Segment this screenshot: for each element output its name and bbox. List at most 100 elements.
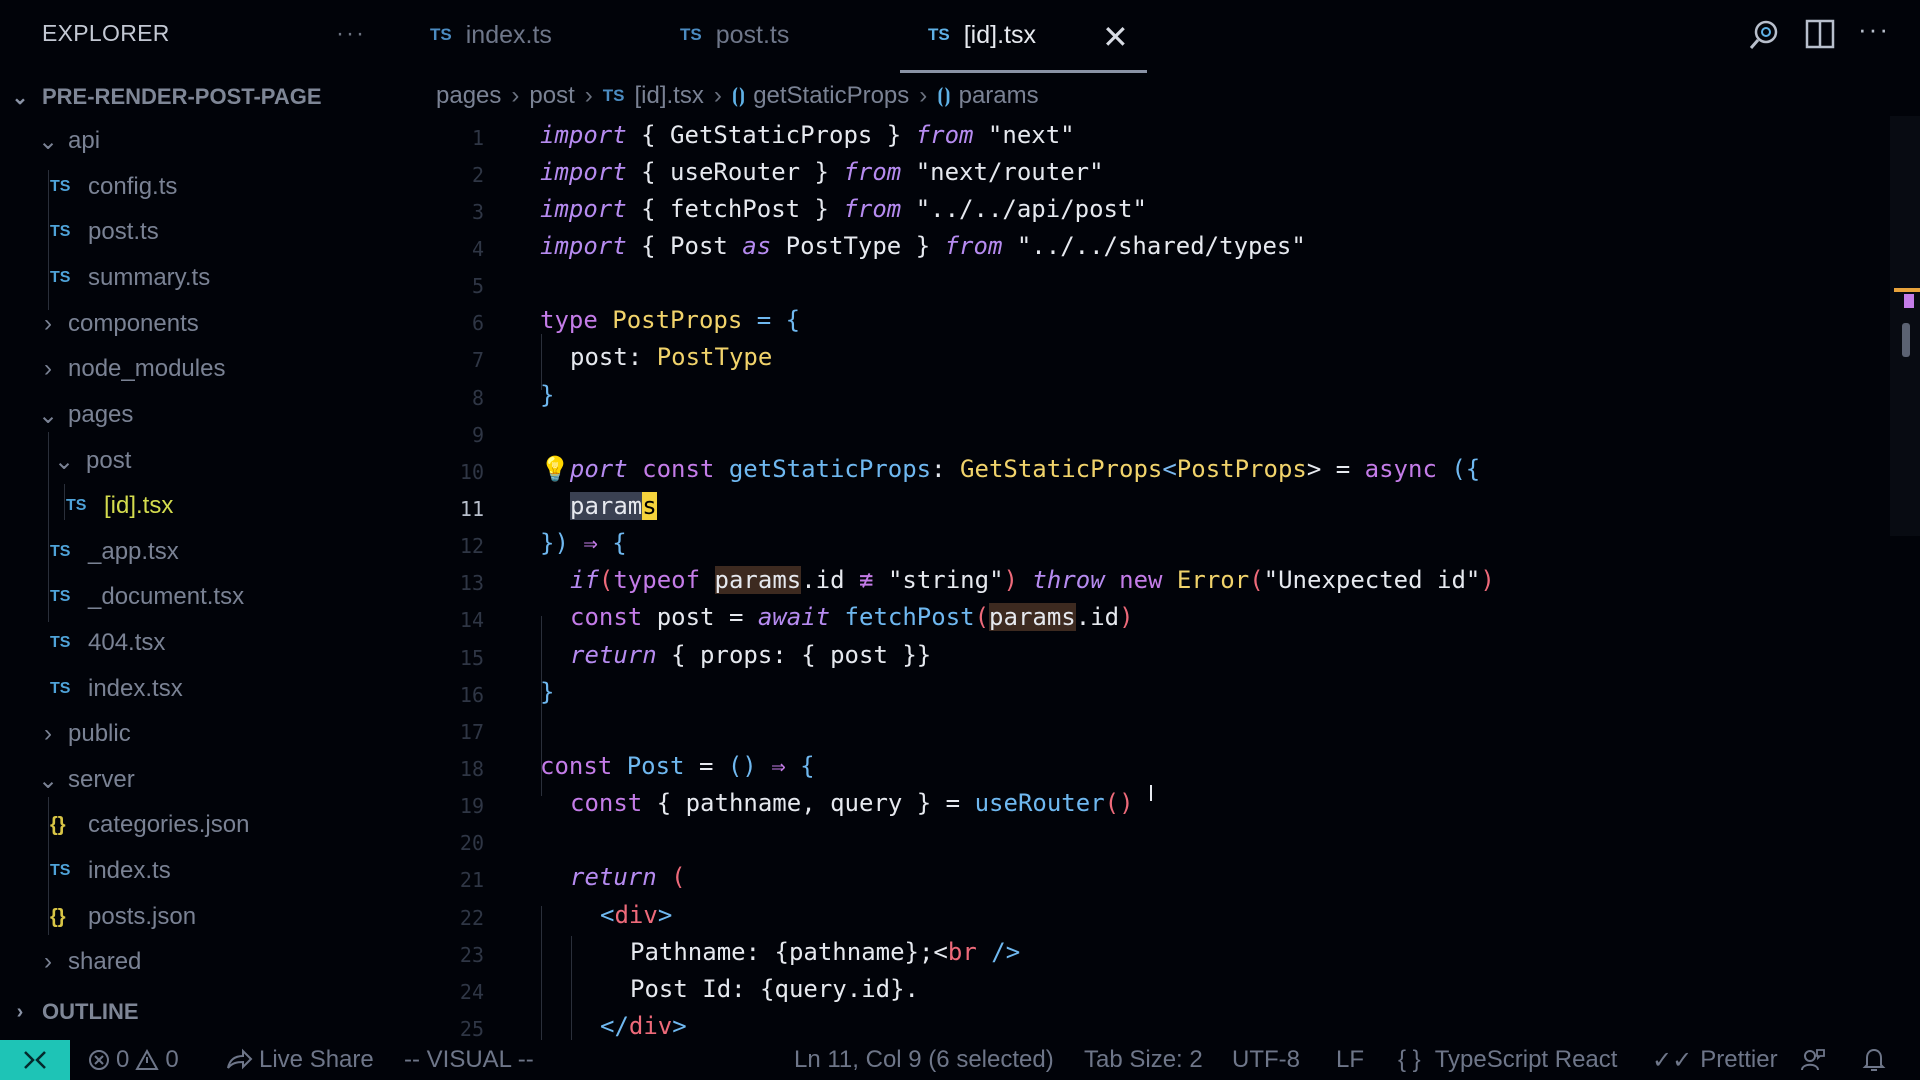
- mouse-ibeam-cursor: [1150, 785, 1155, 801]
- typescript-file-icon: TS: [50, 178, 71, 195]
- end-of-line[interactable]: LF: [1336, 1040, 1364, 1080]
- typescript-file-icon: TS: [50, 543, 71, 560]
- tree-folder-node-modules[interactable]: › node_modules: [34, 352, 225, 386]
- explorer-more-icon[interactable]: ···: [336, 20, 366, 48]
- tree-file-categories-json[interactable]: {} categories.json: [50, 808, 249, 842]
- breadcrumb-symbol-params[interactable]: params: [959, 82, 1039, 110]
- scrollbar-thumb[interactable]: [1902, 323, 1910, 357]
- line-number: 16: [459, 683, 484, 707]
- chevron-right-icon: ›: [584, 82, 593, 109]
- code-line-3: import { fetchPost } from "../../api/pos…: [540, 195, 1147, 223]
- chevron-right-icon: ›: [44, 948, 52, 975]
- code-line-16: }: [540, 678, 555, 706]
- line-number: 10: [459, 460, 484, 484]
- chevron-down-icon: ⌄: [37, 401, 59, 429]
- code-line-12: }) ⇒ {: [540, 529, 627, 557]
- tree-folder-shared[interactable]: › shared: [34, 945, 141, 979]
- language-mode[interactable]: { } TypeScript React: [1398, 1040, 1617, 1080]
- tree-file-document-tsx[interactable]: TS _document.tsx: [50, 580, 244, 614]
- chevron-down-icon: ⌄: [37, 766, 59, 794]
- active-tab-indicator: [900, 70, 1147, 73]
- remote-indicator-button[interactable]: [0, 1040, 70, 1080]
- line-number-current: 11: [459, 497, 484, 521]
- line-number: 9: [471, 423, 484, 447]
- notifications-bell-icon[interactable]: [1862, 1040, 1886, 1080]
- code-line-23: Pathname: {pathname};<br />: [630, 938, 1021, 966]
- search-icon[interactable]: [1748, 18, 1782, 57]
- breadcrumb-symbol-getstaticprops[interactable]: getStaticProps: [753, 82, 909, 110]
- braces-icon: { }: [1398, 1046, 1421, 1073]
- live-share-button[interactable]: Live Share: [225, 1040, 374, 1080]
- typescript-file-icon: TS: [50, 223, 71, 240]
- tree-folder-pages[interactable]: ⌄ pages: [34, 398, 133, 432]
- line-number: 2: [471, 163, 484, 187]
- tree-file-posts-json[interactable]: {} posts.json: [50, 900, 196, 934]
- outline-section[interactable]: › OUTLINE: [10, 997, 139, 1027]
- tree-file-id-tsx[interactable]: TS [id].tsx: [66, 489, 173, 523]
- code-line-4: import { Post as PostType } from "../../…: [540, 232, 1306, 260]
- symbol-function-icon: ⦗⦘: [731, 84, 746, 107]
- cursor-position[interactable]: Ln 11, Col 9 (6 selected): [794, 1040, 1054, 1080]
- chevron-right-icon: ›: [919, 82, 928, 109]
- tab-size[interactable]: Tab Size: 2: [1084, 1040, 1203, 1080]
- line-number: 21: [459, 868, 484, 892]
- typescript-file-icon: TS: [50, 634, 71, 651]
- line-number: 12: [459, 534, 484, 558]
- tab-id-tsx[interactable]: TS [id].tsx: [928, 0, 1036, 70]
- tree-folder-api[interactable]: ⌄ api: [34, 124, 100, 158]
- chevron-down-icon: ⌄: [11, 86, 29, 109]
- code-line-14: const post = await fetchPost(params.id): [570, 603, 1134, 631]
- explorer-sidebar: EXPLORER ··· ⌄ PRE-RENDER-POST-PAGE ⌄ ap…: [0, 0, 400, 1040]
- line-number: 22: [459, 906, 484, 930]
- chevron-right-icon: ›: [44, 720, 52, 747]
- tree-folder-server[interactable]: ⌄ server: [34, 763, 135, 797]
- line-number: 7: [471, 348, 484, 372]
- tab-index-ts[interactable]: TS index.ts: [430, 0, 552, 70]
- code-line-24: Post Id: {query.id}.: [630, 975, 919, 1003]
- tree-folder-post[interactable]: ⌄ post: [50, 444, 131, 478]
- code-line-8: }: [540, 381, 555, 409]
- chevron-right-icon: ›: [44, 310, 52, 337]
- typescript-file-icon: TS: [50, 680, 71, 697]
- json-file-icon: {}: [50, 905, 66, 928]
- code-line-19: const { pathname, query } = useRouter(): [570, 789, 1134, 817]
- close-icon[interactable]: ✕: [1102, 18, 1129, 56]
- lightbulb-icon[interactable]: 💡: [540, 455, 570, 483]
- tab-post-ts[interactable]: TS post.ts: [680, 0, 789, 70]
- tree-folder-components[interactable]: › components: [34, 307, 199, 341]
- chevron-right-icon: ›: [16, 1000, 24, 1023]
- tree-file-app-tsx[interactable]: TS _app.tsx: [50, 535, 179, 569]
- tree-file-config-ts[interactable]: TS config.ts: [50, 170, 177, 204]
- tree-file-post-ts[interactable]: TS post.ts: [50, 215, 159, 249]
- problems-indicator[interactable]: 0 0: [88, 1040, 179, 1080]
- line-number: 25: [459, 1017, 484, 1040]
- line-number: 13: [459, 571, 484, 595]
- breadcrumb-file[interactable]: [id].tsx: [635, 82, 704, 110]
- prettier-status[interactable]: ✓✓ Prettier: [1652, 1040, 1778, 1080]
- code-line-13: if(typeof params.id ≢ "string") throw ne…: [570, 566, 1495, 594]
- code-line-1: import { GetStaticProps } from "next": [540, 121, 1075, 149]
- remote-icon: [24, 1051, 46, 1069]
- line-number: 8: [471, 386, 484, 410]
- typescript-file-icon: TS: [680, 25, 702, 44]
- breadcrumb-pages[interactable]: pages: [436, 82, 501, 110]
- line-number: 6: [471, 311, 484, 335]
- tree-folder-public[interactable]: › public: [34, 717, 131, 751]
- tree-file-server-index-ts[interactable]: TS index.ts: [50, 854, 171, 888]
- project-root[interactable]: ⌄ PRE-RENDER-POST-PAGE: [10, 82, 322, 112]
- typescript-file-icon: TS: [602, 86, 625, 105]
- tree-file-summary-ts[interactable]: TS summary.ts: [50, 261, 210, 295]
- tree-file-index-tsx[interactable]: TS index.tsx: [50, 672, 183, 706]
- project-name: PRE-RENDER-POST-PAGE: [42, 84, 322, 109]
- breadcrumb-post[interactable]: post: [529, 82, 574, 110]
- split-editor-icon[interactable]: [1805, 18, 1835, 55]
- tree-file-404-tsx[interactable]: TS 404.tsx: [50, 626, 165, 660]
- code-line-18: const Post = () ⇒ {: [540, 752, 815, 780]
- code-line-6: type PostProps = {: [540, 306, 801, 334]
- encoding[interactable]: UTF-8: [1232, 1040, 1300, 1080]
- feedback-icon[interactable]: [1800, 1040, 1826, 1080]
- more-actions-icon[interactable]: ···: [1858, 14, 1890, 45]
- scrollbar-marker: [1894, 288, 1920, 292]
- code-line-7: post: PostType: [570, 343, 773, 371]
- code-editor[interactable]: 1 2 3 4 5 6 7 8 9 10 11 12 13 14 15 16 1…: [400, 116, 1890, 1040]
